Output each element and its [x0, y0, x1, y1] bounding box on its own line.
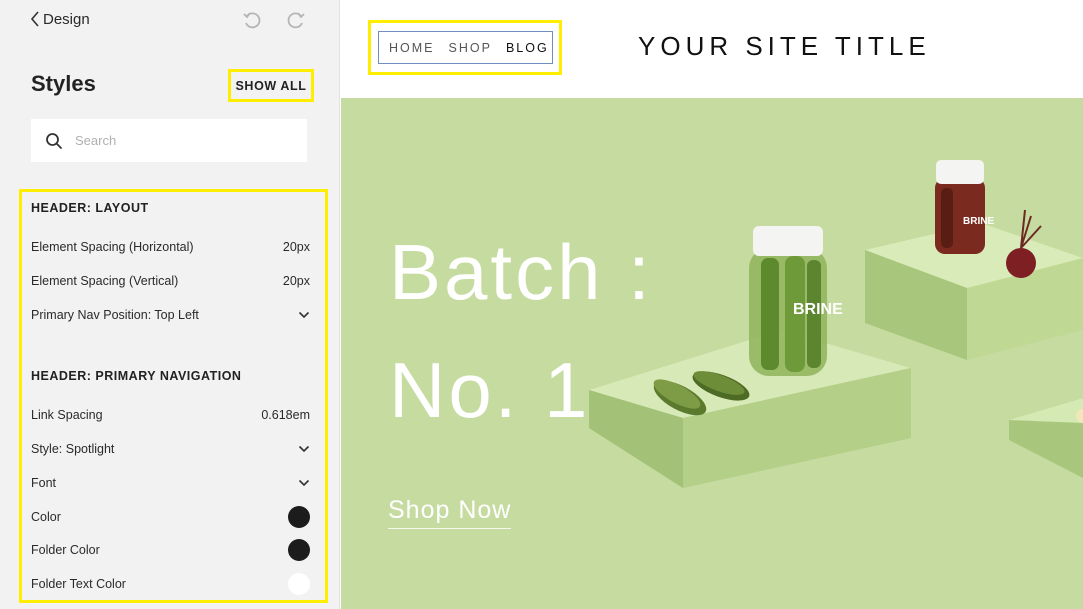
small-jar-label: BRINE: [963, 216, 994, 227]
header-settings-group: HEADER: LAYOUT Element Spacing (Horizont…: [19, 189, 328, 603]
hero-banner: BRINE BRINE Batch : No. 1 Shop Now: [341, 98, 1083, 609]
hero-title-line1: Batch :: [389, 228, 653, 316]
setting-label: Folder Text Color: [31, 577, 126, 591]
color-swatch[interactable]: [288, 539, 310, 561]
setting-label: Color: [31, 510, 61, 524]
section-title: HEADER: LAYOUT: [31, 201, 149, 215]
site-preview: HOME SHOP BLOG YOUR SITE TITLE BRINE BRI…: [341, 0, 1083, 609]
setting-label: Folder Color: [31, 543, 100, 557]
setting-element-spacing-horizontal[interactable]: Element Spacing (Horizontal) 20px: [31, 237, 310, 257]
setting-label: Style: Spotlight: [31, 442, 115, 456]
setting-label: Primary Nav Position: Top Left: [31, 308, 199, 322]
color-swatch[interactable]: [288, 506, 310, 528]
chevron-left-icon: [30, 11, 39, 27]
setting-label: Element Spacing (Horizontal): [31, 240, 194, 254]
setting-color[interactable]: Color: [31, 506, 310, 528]
search-icon: [46, 132, 62, 149]
search-box[interactable]: [31, 119, 307, 162]
setting-link-spacing[interactable]: Link Spacing 0.618em: [31, 405, 310, 425]
search-input[interactable]: [75, 133, 275, 148]
setting-value[interactable]: 20px: [283, 274, 310, 288]
section-header-primary-navigation: HEADER: PRIMARY NAVIGATION: [31, 366, 310, 386]
nav-link-home[interactable]: HOME: [389, 41, 435, 55]
setting-primary-nav-position[interactable]: Primary Nav Position: Top Left: [31, 305, 310, 325]
setting-folder-color[interactable]: Folder Color: [31, 539, 310, 561]
setting-label: Font: [31, 476, 57, 490]
redo-icon[interactable]: [285, 9, 307, 31]
shop-now-link[interactable]: Shop Now: [388, 496, 512, 529]
hero-title-line2: No. 1: [389, 346, 591, 434]
setting-font[interactable]: Font: [31, 473, 310, 493]
setting-style[interactable]: Style: Spotlight: [31, 439, 310, 459]
setting-value[interactable]: 0.618em: [261, 408, 310, 422]
panel-title: Styles: [31, 71, 96, 96]
setting-element-spacing-vertical[interactable]: Element Spacing (Vertical) 20px: [31, 271, 310, 291]
undo-icon[interactable]: [241, 9, 263, 31]
back-to-design-button[interactable]: Design: [30, 9, 90, 29]
setting-label: Element Spacing (Vertical): [31, 274, 179, 288]
chevron-down-icon[interactable]: [298, 445, 310, 453]
site-title[interactable]: YOUR SITE TITLE: [638, 31, 931, 62]
styles-panel: Design Styles SHOW ALL HEADER: LAYOUT El…: [0, 0, 340, 609]
setting-label: Link Spacing: [31, 408, 103, 422]
primary-navigation: HOME SHOP BLOG: [378, 31, 553, 64]
jar-label: BRINE: [793, 301, 843, 318]
setting-folder-text-color[interactable]: Folder Text Color: [31, 573, 310, 595]
back-label: Design: [43, 10, 90, 28]
color-swatch[interactable]: [288, 573, 310, 595]
nav-link-shop[interactable]: SHOP: [449, 41, 492, 55]
setting-value[interactable]: 20px: [283, 240, 310, 254]
chevron-down-icon[interactable]: [298, 479, 310, 487]
nav-link-blog[interactable]: BLOG: [506, 41, 549, 55]
chevron-down-icon[interactable]: [298, 311, 310, 319]
show-all-button[interactable]: SHOW ALL: [228, 69, 314, 102]
section-header-layout: HEADER: LAYOUT: [31, 198, 310, 218]
section-title: HEADER: PRIMARY NAVIGATION: [31, 369, 242, 383]
site-header: HOME SHOP BLOG YOUR SITE TITLE: [341, 0, 1083, 98]
